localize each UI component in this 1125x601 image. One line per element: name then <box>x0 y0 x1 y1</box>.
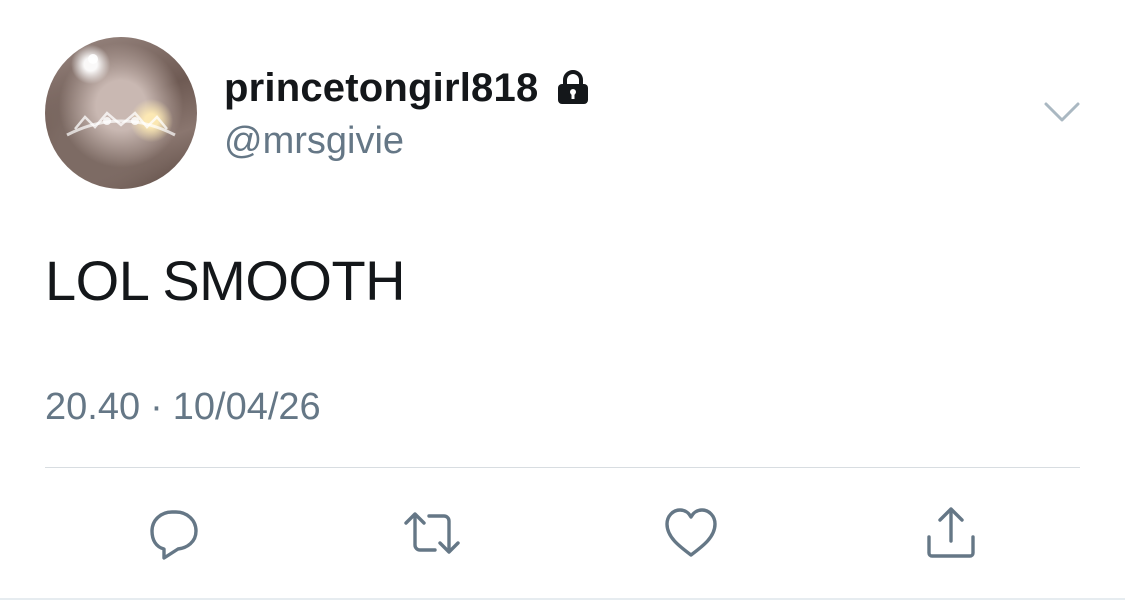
author-name-row: princetongirl818 <box>224 62 594 114</box>
timestamp-separator: · <box>150 386 163 428</box>
bottom-divider <box>0 598 1125 600</box>
tweet-text: LOL SMOOTH <box>45 249 406 312</box>
like-button[interactable] <box>663 505 719 561</box>
tweet-date: 10/04/26 <box>172 386 321 428</box>
author-handle[interactable]: @mrsgivie <box>224 120 404 163</box>
chevron-down-icon[interactable] <box>1040 96 1084 130</box>
tweet-timestamp: 20.40 · 10/04/26 <box>45 386 321 429</box>
tiara-decoration <box>66 54 176 137</box>
tweet-time: 20.40 <box>45 386 141 428</box>
author-display-name[interactable]: princetongirl818 <box>224 66 538 111</box>
share-button[interactable] <box>923 505 979 561</box>
heart-icon <box>665 508 717 557</box>
share-icon <box>927 507 975 558</box>
reply-button[interactable] <box>146 505 202 561</box>
retweet-icon <box>404 512 460 554</box>
divider <box>45 467 1080 468</box>
reply-icon <box>150 510 198 560</box>
lock-icon <box>552 67 594 109</box>
retweet-button[interactable] <box>404 505 460 561</box>
avatar[interactable] <box>45 37 197 189</box>
